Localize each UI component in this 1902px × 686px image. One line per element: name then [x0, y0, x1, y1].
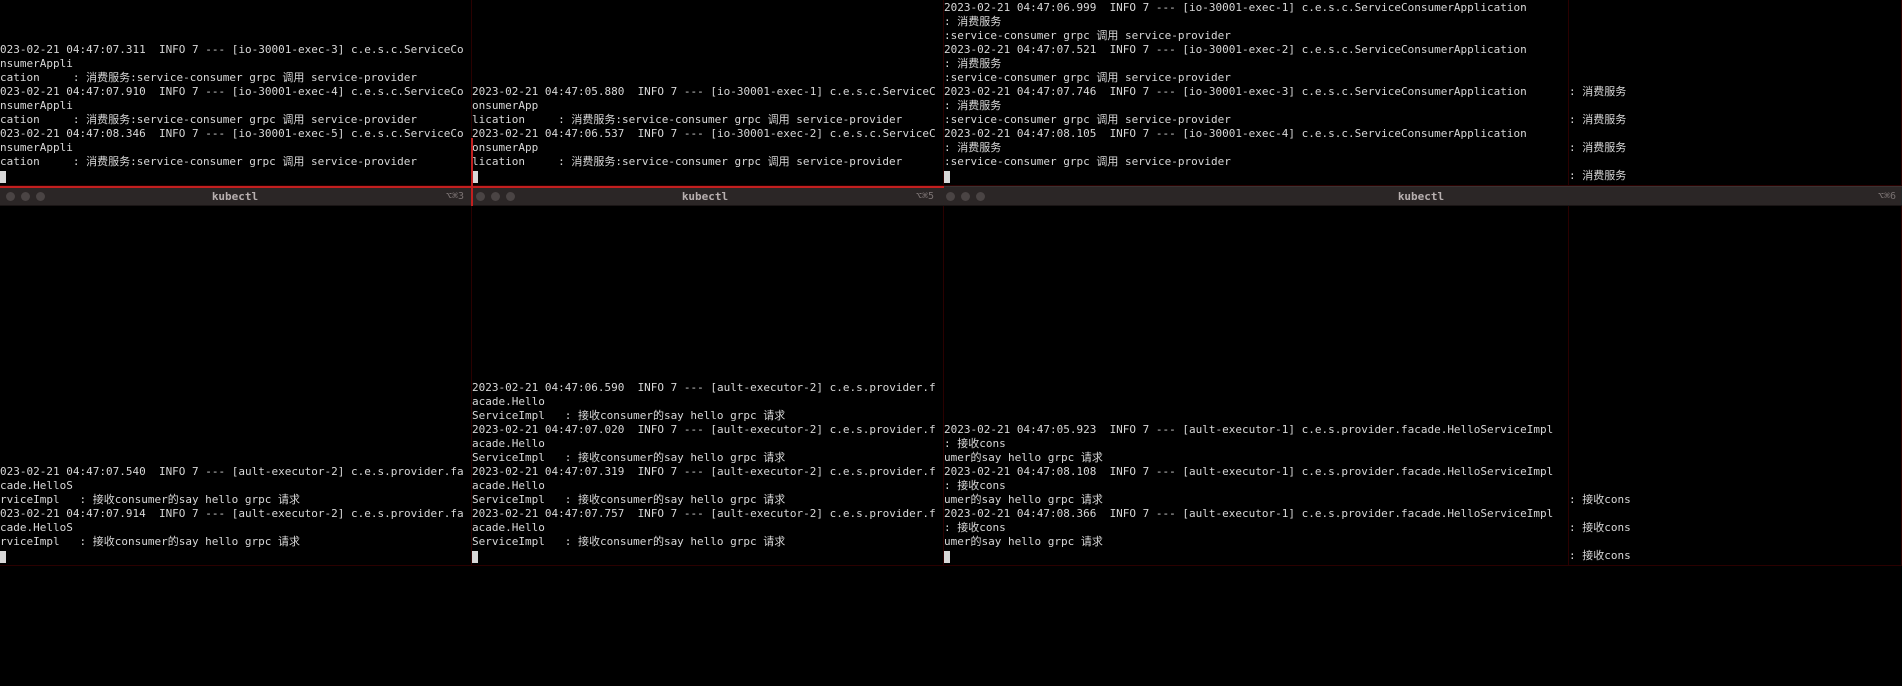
tab-shortcut: ⌥⌘5 — [916, 191, 934, 202]
traffic-lights[interactable] — [476, 192, 515, 201]
close-icon[interactable] — [476, 192, 485, 201]
tab-bar-2[interactable]: kubectl ⌥⌘5 — [470, 186, 940, 206]
terminal-pane-bot-4[interactable]: : 接收cons : 接收cons : 接收cons — [1569, 206, 1902, 566]
traffic-lights[interactable] — [946, 192, 985, 201]
log-output: : 接收cons : 接收cons : 接收cons — [1569, 493, 1901, 565]
cursor-icon — [0, 551, 6, 563]
terminal-pane-bot-1[interactable]: 023-02-21 04:47:07.540 INFO 7 --- [ault-… — [0, 206, 472, 566]
tab-title: kubectl — [940, 190, 1902, 203]
terminal-pane-bot-3[interactable]: 2023-02-21 04:47:05.923 INFO 7 --- [ault… — [944, 206, 1569, 566]
close-icon[interactable] — [946, 192, 955, 201]
terminal-pane-top-3[interactable]: 2023-02-21 04:47:06.999 INFO 7 --- [io-3… — [944, 0, 1569, 186]
log-output: 2023-02-21 04:47:06.999 INFO 7 --- [io-3… — [944, 1, 1568, 185]
terminal-pane-top-4[interactable]: : 消费服务 : 消费服务 : 消费服务 : 消费服务 — [1569, 0, 1902, 186]
zoom-icon[interactable] — [976, 192, 985, 201]
log-output: 023-02-21 04:47:07.540 INFO 7 --- [ault-… — [0, 465, 471, 565]
tab-title: kubectl — [470, 190, 940, 203]
log-output: 2023-02-21 04:47:06.590 INFO 7 --- [ault… — [472, 381, 943, 565]
tab-title: kubectl — [0, 190, 470, 203]
tab-bar-3[interactable]: kubectl ⌥⌘6 — [940, 186, 1902, 206]
zoom-icon[interactable] — [36, 192, 45, 201]
terminal-pane-top-1[interactable]: 023-02-21 04:47:07.311 INFO 7 --- [io-30… — [0, 0, 472, 186]
tab-shortcut: ⌥⌘6 — [1878, 191, 1896, 202]
tab-shortcut: ⌥⌘3 — [446, 191, 464, 202]
log-output: 2023-02-21 04:47:05.923 INFO 7 --- [ault… — [944, 423, 1568, 565]
active-split-divider — [471, 138, 473, 206]
cursor-icon — [0, 171, 6, 183]
terminal-pane-bot-2[interactable]: 2023-02-21 04:47:06.590 INFO 7 --- [ault… — [472, 206, 944, 566]
zoom-icon[interactable] — [506, 192, 515, 201]
minimize-icon[interactable] — [961, 192, 970, 201]
log-output: : 消费服务 : 消费服务 : 消费服务 : 消费服务 — [1569, 85, 1901, 185]
tab-bar-row: kubectl ⌥⌘3 kubectl ⌥⌘5 kubectl ⌥⌘6 — [0, 186, 1902, 206]
close-icon[interactable] — [6, 192, 15, 201]
cursor-icon — [944, 551, 950, 563]
minimize-icon[interactable] — [21, 192, 30, 201]
tab-bar-1[interactable]: kubectl ⌥⌘3 — [0, 186, 470, 206]
cursor-icon — [472, 551, 478, 563]
traffic-lights[interactable] — [6, 192, 45, 201]
log-output: 023-02-21 04:47:07.311 INFO 7 --- [io-30… — [0, 43, 471, 185]
minimize-icon[interactable] — [491, 192, 500, 201]
log-output: 2023-02-21 04:47:05.880 INFO 7 --- [io-3… — [472, 85, 943, 185]
terminal-pane-top-2[interactable]: 2023-02-21 04:47:05.880 INFO 7 --- [io-3… — [472, 0, 944, 186]
cursor-icon — [944, 171, 950, 183]
